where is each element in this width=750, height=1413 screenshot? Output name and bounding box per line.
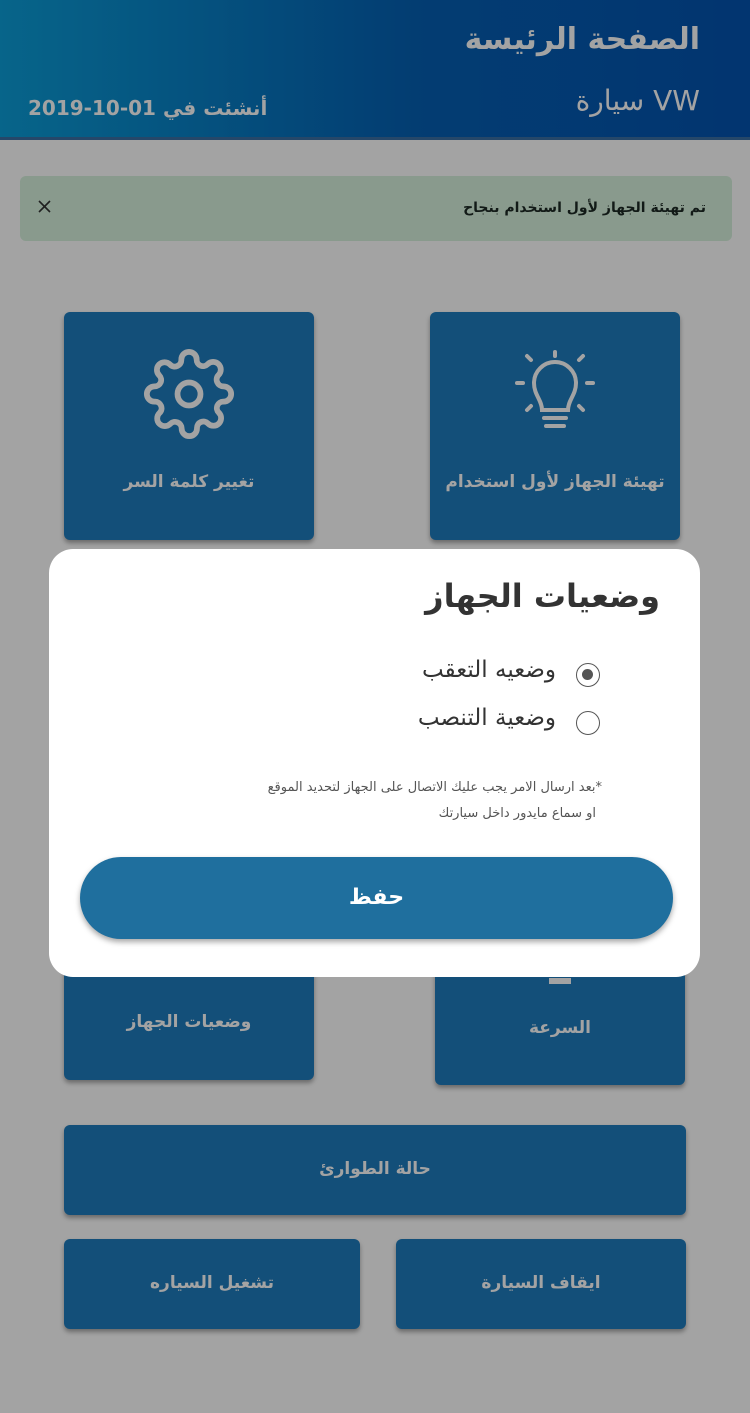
radio-selected-dot	[582, 669, 593, 680]
option-listening[interactable]: وضعية التنصب	[300, 705, 600, 739]
save-button[interactable]: حفظ	[80, 857, 673, 939]
option-label: وضعية التنصب	[417, 705, 556, 731]
option-label: وضعيه التعقب	[422, 657, 556, 683]
device-modes-dialog: وضعيات الجهاز وضعيه التعقب وضعية التنصب …	[49, 549, 700, 977]
radio-tracking[interactable]	[576, 663, 600, 687]
dialog-note: *بعد ارسال الامر يجب عليك الاتصال على ال…	[267, 780, 602, 795]
dialog-title: وضعيات الجهاز	[425, 577, 660, 615]
radio-listening[interactable]	[576, 711, 600, 735]
option-tracking[interactable]: وضعيه التعقب	[300, 657, 600, 691]
dialog-note-line2: او سماع مايدور داخل سيارتك	[438, 806, 596, 821]
